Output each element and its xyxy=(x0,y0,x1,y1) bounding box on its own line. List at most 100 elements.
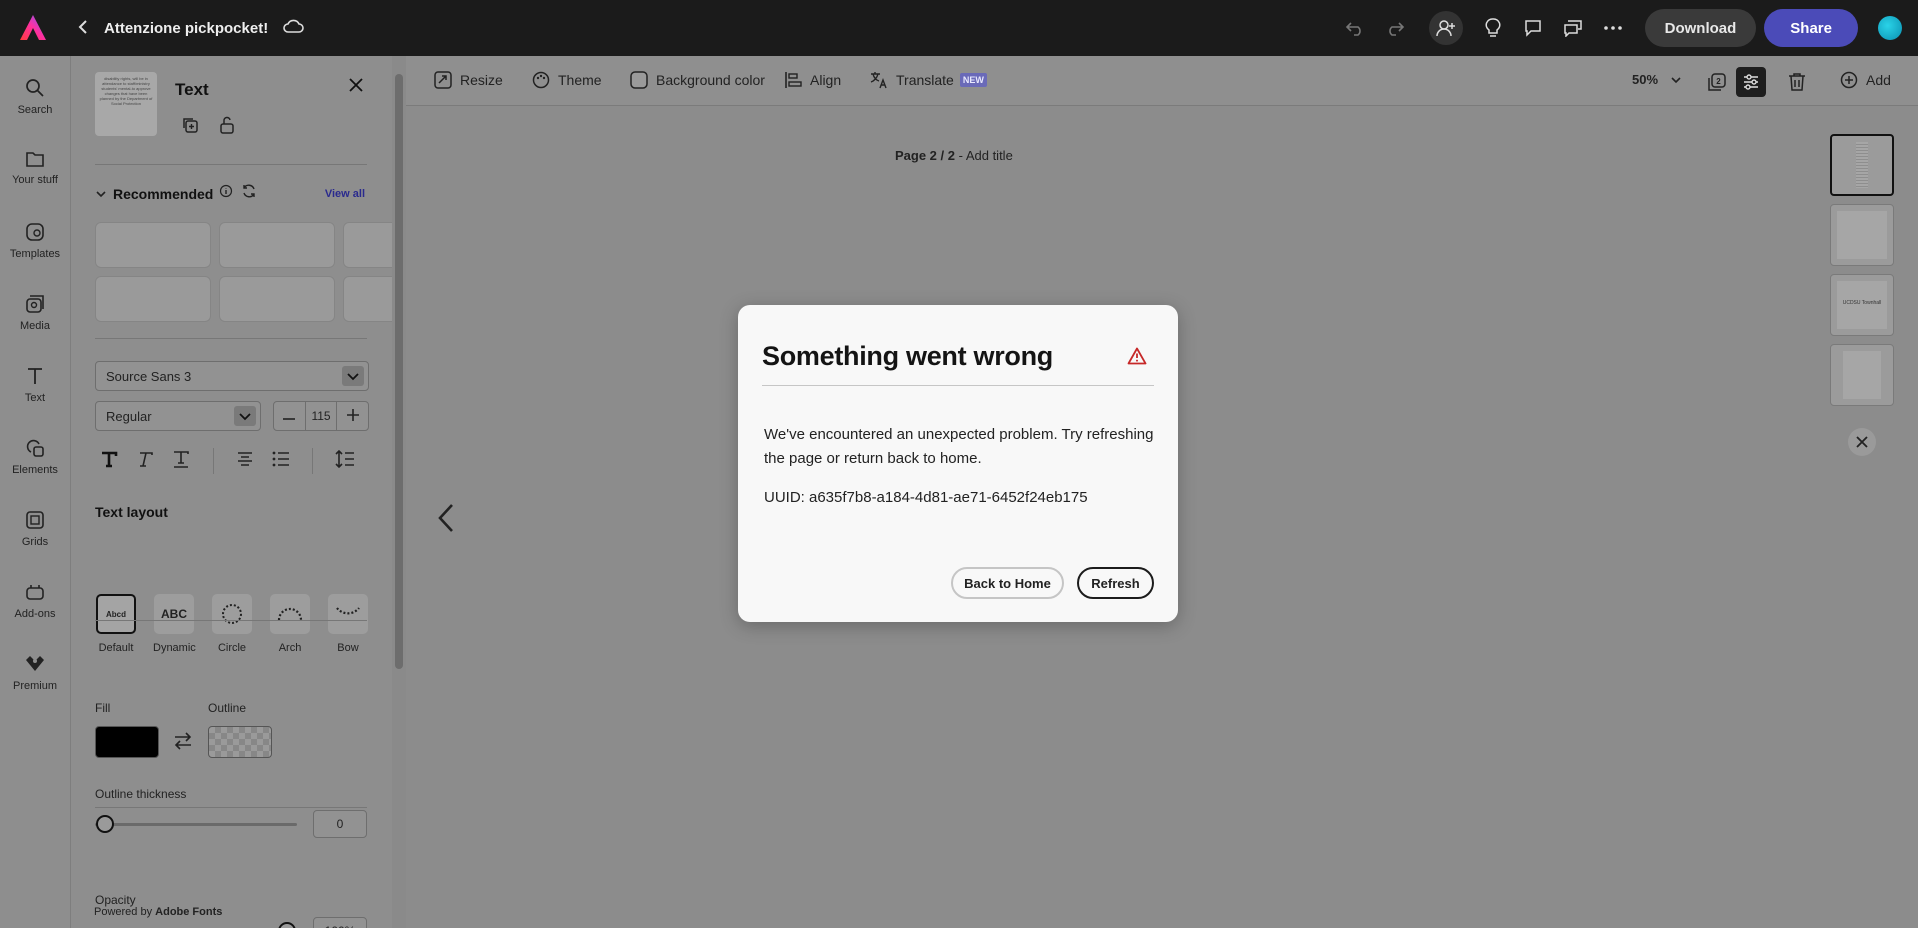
previous-page-icon[interactable] xyxy=(436,502,456,539)
rail-item-text[interactable]: Text xyxy=(0,366,70,404)
minus-icon[interactable] xyxy=(274,409,305,423)
theme-button[interactable]: Theme xyxy=(532,71,602,89)
layout-option-arch[interactable]: Arch xyxy=(269,594,311,654)
panel-scrollbar-thumb[interactable] xyxy=(395,74,403,669)
circle-text-icon xyxy=(222,604,242,624)
resize-button[interactable]: Resize xyxy=(434,71,503,89)
back-chevron-icon[interactable] xyxy=(78,18,88,39)
font-size-stepper[interactable]: 115 xyxy=(273,401,369,431)
panel-scrollbar[interactable] xyxy=(392,56,406,928)
recommended-style-tile[interactable] xyxy=(343,276,392,322)
unlock-icon[interactable] xyxy=(219,116,235,139)
rail-item-grids[interactable]: Grids xyxy=(0,510,70,548)
font-family-select[interactable]: Source Sans 3 xyxy=(95,361,369,391)
outline-color-swatch[interactable] xyxy=(208,726,272,758)
page-count-button[interactable]: 2 xyxy=(1702,67,1732,97)
recommended-style-tile[interactable] xyxy=(95,276,211,322)
chevron-down-icon[interactable] xyxy=(95,185,107,203)
avatar[interactable] xyxy=(1878,16,1902,40)
search-icon xyxy=(26,79,44,97)
background-color-button[interactable]: Background color xyxy=(630,71,765,89)
translate-button[interactable]: Translate NEW xyxy=(870,71,987,89)
rail-item-premium[interactable]: Premium xyxy=(0,652,70,692)
add-title-link[interactable]: Add title xyxy=(966,148,1013,163)
powered-by-footer: Powered by Adobe Fonts xyxy=(94,906,223,918)
error-uuid: UUID: a635f7b8-a184-4d81-ae71-6452f24eb1… xyxy=(764,489,1088,506)
recommended-style-tile[interactable] xyxy=(219,276,335,322)
align-icon xyxy=(785,72,802,88)
alert-icon xyxy=(1127,347,1147,370)
palette-icon xyxy=(532,71,550,89)
font-size-value[interactable]: 115 xyxy=(304,402,338,430)
back-to-home-button[interactable]: Back to Home xyxy=(951,567,1064,599)
page-thumbnail[interactable] xyxy=(1830,204,1894,266)
layers-toggle-button[interactable] xyxy=(1736,67,1766,97)
cloud-sync-icon[interactable] xyxy=(282,18,304,39)
opacity-label: Opacity xyxy=(95,893,136,907)
swap-colors-icon[interactable] xyxy=(173,732,193,755)
layout-option-dynamic[interactable]: ABC Dynamic xyxy=(153,594,196,654)
zoom-select[interactable]: 50% xyxy=(1632,72,1682,87)
rail-item-media[interactable]: Media xyxy=(0,294,70,332)
bold-text-icon[interactable] xyxy=(99,449,119,474)
adobe-express-logo[interactable] xyxy=(16,11,50,45)
line-spacing-icon[interactable] xyxy=(335,449,355,473)
divider xyxy=(95,807,367,808)
svg-text:2: 2 xyxy=(1716,77,1721,86)
layout-option-default[interactable]: Abcd Default xyxy=(95,594,137,654)
outline-thickness-track[interactable] xyxy=(95,823,297,826)
rail-item-search[interactable]: Search xyxy=(0,78,70,116)
align-center-icon[interactable] xyxy=(236,451,254,472)
delete-button[interactable] xyxy=(1782,67,1812,97)
text-icon xyxy=(28,368,42,384)
lightbulb-icon[interactable] xyxy=(1477,12,1509,44)
outline-thickness-field[interactable]: 0 xyxy=(313,810,367,838)
refresh-icon[interactable] xyxy=(241,184,257,203)
download-button[interactable]: Download xyxy=(1644,9,1757,47)
page-thumbnail[interactable] xyxy=(1830,134,1894,196)
new-badge: NEW xyxy=(959,73,987,87)
redo-icon[interactable] xyxy=(1379,12,1411,44)
duplicate-icon[interactable] xyxy=(181,116,199,139)
underline-text-icon[interactable] xyxy=(171,449,191,474)
recommended-style-tile[interactable] xyxy=(95,222,211,268)
chevron-down-icon xyxy=(342,366,364,386)
page-thumbnail[interactable]: UCDSU Townhall xyxy=(1830,274,1894,336)
rail-item-addons[interactable]: Add-ons xyxy=(0,582,70,620)
bulleted-list-icon[interactable] xyxy=(272,451,290,472)
view-all-link[interactable]: View all xyxy=(325,188,365,200)
outline-thickness-slider-handle[interactable] xyxy=(96,815,114,833)
color-swatch-icon xyxy=(630,71,648,89)
opacity-field[interactable]: 100% xyxy=(313,917,367,928)
close-icon[interactable] xyxy=(349,78,363,97)
invite-user-icon[interactable] xyxy=(1428,11,1463,45)
close-pages-icon[interactable] xyxy=(1848,428,1876,456)
rail-item-templates[interactable]: Templates xyxy=(0,222,70,260)
page-thumbnail[interactable] xyxy=(1830,344,1894,406)
refresh-button[interactable]: Refresh xyxy=(1077,567,1154,599)
layout-option-circle[interactable]: Circle xyxy=(211,594,253,654)
fill-color-swatch[interactable] xyxy=(95,726,159,758)
info-icon[interactable] xyxy=(219,184,233,203)
align-button[interactable]: Align xyxy=(784,71,841,89)
canvas-toolbar: Resize Theme Background color Align Tran… xyxy=(406,56,1918,106)
panel-title: Text xyxy=(175,80,209,99)
italic-text-icon[interactable] xyxy=(135,449,155,474)
undo-icon[interactable] xyxy=(1339,12,1371,44)
recommended-label: Recommended xyxy=(113,185,214,202)
font-weight-select[interactable]: Regular xyxy=(95,401,261,431)
comment-icon[interactable] xyxy=(1517,12,1549,44)
plus-icon[interactable] xyxy=(337,408,368,424)
document-title[interactable]: Attenzione pickpocket! xyxy=(104,20,268,37)
share-button[interactable]: Share xyxy=(1764,9,1858,47)
rail-item-elements[interactable]: Elements xyxy=(0,438,70,476)
layout-option-bow[interactable]: Bow xyxy=(327,594,369,654)
rail-item-your-stuff[interactable]: Your stuff xyxy=(0,150,70,186)
outline-label: Outline xyxy=(208,701,247,715)
add-button[interactable]: Add xyxy=(1840,71,1891,89)
recommended-style-tile[interactable] xyxy=(219,222,335,268)
more-options-icon[interactable] xyxy=(1597,12,1629,44)
opacity-slider-handle[interactable] xyxy=(278,922,296,928)
chat-icon[interactable] xyxy=(1557,12,1589,44)
recommended-style-tile[interactable] xyxy=(343,222,392,268)
